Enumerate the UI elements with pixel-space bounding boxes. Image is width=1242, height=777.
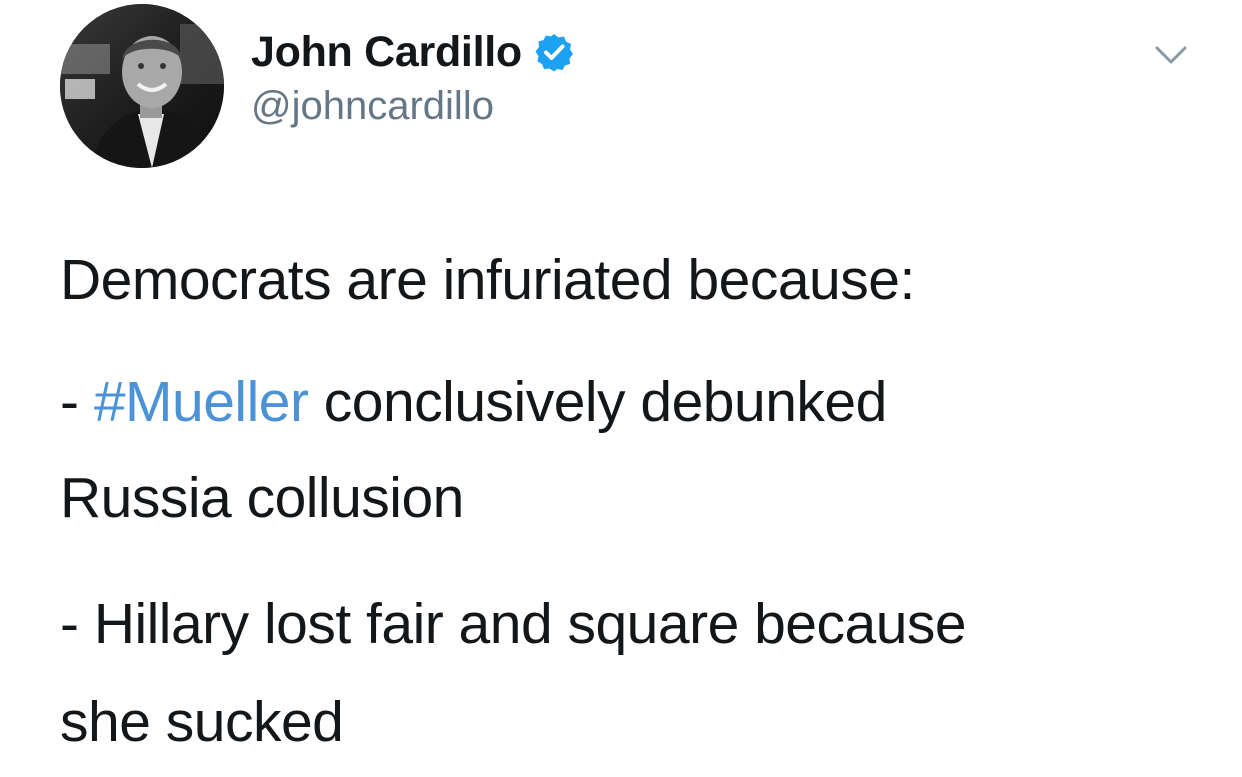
avatar[interactable] (60, 4, 224, 168)
tweet-line: she sucked (60, 690, 344, 754)
tweet-line: Democrats are infuriated because: (60, 248, 915, 312)
chevron-down-icon[interactable] (1154, 44, 1188, 66)
hashtag-link[interactable]: #Mueller (94, 370, 309, 434)
tweet-line: - Hillary lost fair and square because (60, 592, 967, 656)
tweet-line: Russia collusion (60, 466, 464, 530)
tweet-text-segment: conclusively debunked (308, 370, 888, 434)
user-name-row[interactable]: John Cardillo (251, 26, 574, 78)
verified-badge-icon (534, 32, 574, 72)
user-handle[interactable]: @johncardillo (251, 84, 494, 129)
tweet-text-segment: - (60, 370, 94, 434)
avatar-photo (60, 4, 224, 168)
tweet-line: - #Mueller conclusively debunked (60, 374, 887, 431)
tweet-card: John Cardillo @johncardillo Democrats ar… (0, 0, 1242, 777)
display-name[interactable]: John Cardillo (251, 28, 522, 77)
